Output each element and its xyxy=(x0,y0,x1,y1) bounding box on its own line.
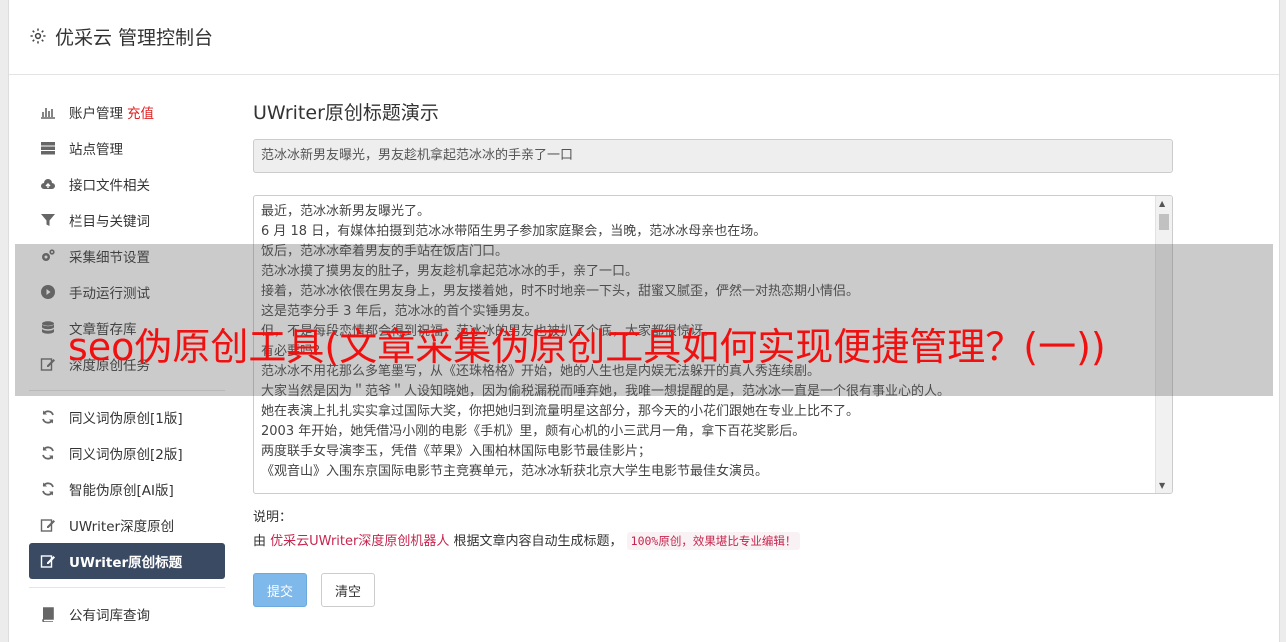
server-icon xyxy=(39,139,57,157)
book-icon xyxy=(39,605,57,623)
brand[interactable]: 优采云 管理控制台 xyxy=(29,22,213,50)
sidebar-item-ai-rewrite[interactable]: 智能伪原创[AI版] xyxy=(29,471,225,507)
clear-button[interactable]: 清空 xyxy=(321,573,375,607)
sidebar-item-label: 接口文件相关 xyxy=(69,178,150,194)
content-line: 6 月 18 日，有媒体拍摄到范冰冰带陌生男子参加家庭聚会，当晚，范冰冰母亲也在… xyxy=(261,224,767,239)
action-buttons: 提交 清空 xyxy=(253,573,1173,607)
content-line: 2003 年开始，她凭借冯小刚的电影《手机》里，颇有心机的小三武月一角，拿下百花… xyxy=(261,424,806,439)
help-highlight: 100%原创，效果堪比专业编辑！ xyxy=(626,532,801,550)
page-title: UWriter原创标题演示 xyxy=(253,102,439,124)
submit-button[interactable]: 提交 xyxy=(253,573,307,607)
content-line: 最近，范冰冰新男友曝光了。 xyxy=(261,204,431,219)
refresh-icon xyxy=(39,408,57,426)
sidebar-item-label: 同义词伪原创[1版] xyxy=(69,411,183,427)
banner-title: seo伪原创工具(文章采集伪原创工具如何实现便捷管理？(一)) xyxy=(68,325,1106,369)
help-middle: 根据文章内容自动生成标题， xyxy=(453,534,623,549)
content-line: 她在表演上扎扎实实拿过国际大奖，你把她归到流量明星这部分，那今天的小花们跟她在专… xyxy=(261,404,860,419)
sidebar-item-uwriter-title[interactable]: UWriter原创标题 xyxy=(29,543,225,579)
app-title: 优采云 管理控制台 xyxy=(55,26,214,49)
sidebar-item-label: UWriter深度原创 xyxy=(69,519,175,535)
help-label: 说明： xyxy=(253,510,293,525)
sidebar-item-synonym-v2[interactable]: 同义词伪原创[2版] xyxy=(29,435,225,471)
sidebar-item-account[interactable]: 账户管理 充值 xyxy=(29,94,225,130)
top-bar: 优采云 管理控制台 xyxy=(9,0,1279,75)
help-text: 由 优采云UWriter深度原创机器人 根据文章内容自动生成标题， 100%原创… xyxy=(253,531,1173,551)
sidebar-item-public-lexicon[interactable]: 公有词库查询 xyxy=(29,596,225,632)
sidebar-item-label: 站点管理 xyxy=(69,142,123,158)
filter-icon xyxy=(39,211,57,229)
sidebar-item-label: 栏目与关键词 xyxy=(69,214,150,230)
help-prefix: 由 xyxy=(253,534,267,549)
sidebar-item-keywords[interactable]: 栏目与关键词 xyxy=(29,202,225,238)
recharge-link[interactable]: 充值 xyxy=(127,102,154,122)
sidebar-item-label: 同义词伪原创[2版] xyxy=(69,447,183,463)
edit-icon xyxy=(39,516,57,534)
refresh-icon xyxy=(39,480,57,498)
scrollbar-thumb[interactable] xyxy=(1159,214,1169,230)
sidebar-item-label: 公有词库查询 xyxy=(69,608,150,624)
bar-chart-icon xyxy=(39,103,57,121)
sidebar-divider xyxy=(29,587,225,588)
sidebar-item-label: 账户管理 xyxy=(69,106,123,122)
sidebar-item-sites[interactable]: 站点管理 xyxy=(29,130,225,166)
banner-overlay xyxy=(15,244,1273,396)
sidebar-item-interface-files[interactable]: 接口文件相关 xyxy=(29,166,225,202)
cloud-upload-icon xyxy=(39,175,57,193)
sidebar-item-label: 智能伪原创[AI版] xyxy=(69,483,174,499)
sidebar-item-label: UWriter原创标题 xyxy=(69,555,183,571)
gear-icon xyxy=(30,28,46,44)
refresh-icon xyxy=(39,444,57,462)
uwriter-robot-link[interactable]: 优采云UWriter深度原创机器人 xyxy=(270,534,449,549)
edit-icon xyxy=(39,552,57,570)
sidebar-item-uwriter-deep[interactable]: UWriter深度原创 xyxy=(29,507,225,543)
scroll-up-icon[interactable]: ▲ xyxy=(1159,199,1165,208)
help-section: 说明： 由 优采云UWriter深度原创机器人 根据文章内容自动生成标题， 10… xyxy=(253,508,1173,551)
sidebar-item-synonym-v1[interactable]: 同义词伪原创[1版] xyxy=(29,399,225,435)
content-line: 《观音山》入围东京国际电影节主竞赛单元，范冰冰斩获北京大学生电影节最佳女演员。 xyxy=(261,464,769,479)
title-output-field[interactable]: 范冰冰新男友曝光，男友趁机拿起范冰冰的手亲了一口 xyxy=(253,139,1173,173)
content-line: 两度联手女导演李玉，凭借《苹果》入围柏林国际电影节最佳影片； xyxy=(261,444,652,459)
scroll-down-icon[interactable]: ▼ xyxy=(1159,481,1165,490)
